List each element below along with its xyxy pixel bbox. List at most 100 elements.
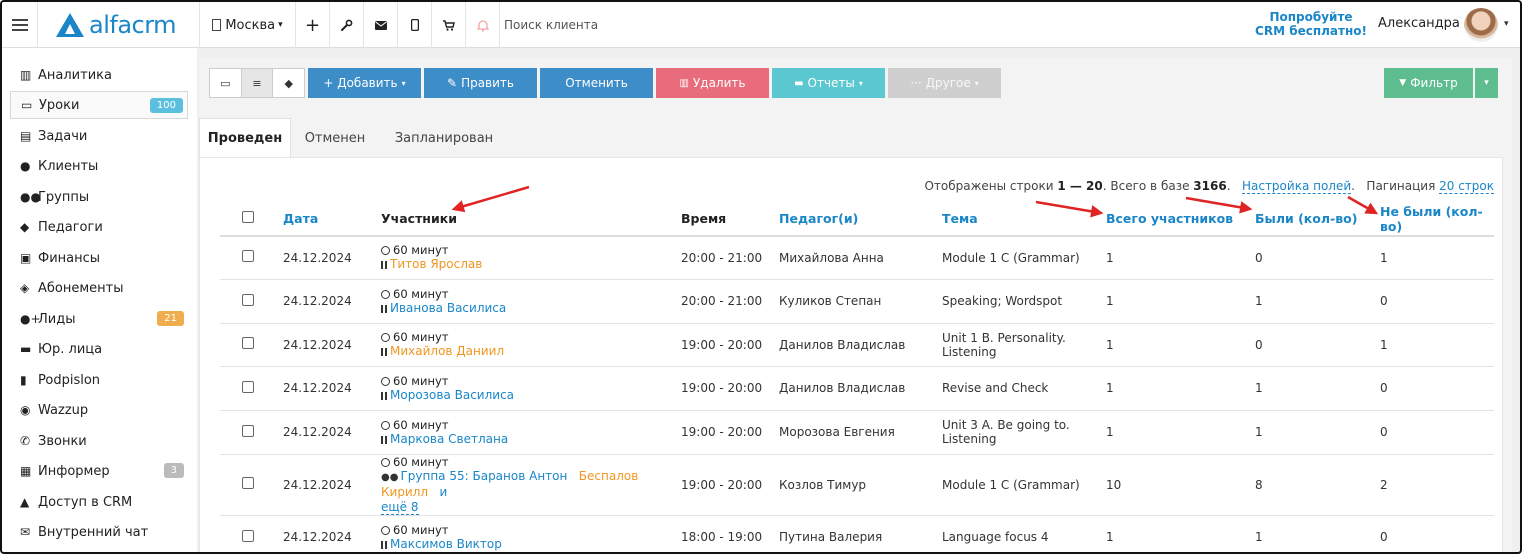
table-row[interactable]: 24.12.2024 60 минут Максимов Виктор 18:0… [220, 515, 1494, 552]
row-checkbox[interactable] [242, 477, 254, 489]
user-name[interactable]: Александра [1378, 16, 1460, 31]
group-link[interactable]: Группа 55: Баранов Антон [400, 469, 567, 483]
cell-participants: 60 минут Максимов Виктор [381, 515, 681, 552]
field-settings-link[interactable]: Настройка полей [1241, 179, 1352, 194]
city-selector[interactable]: Москва ▾ [200, 2, 296, 48]
filter-dropdown-chevron-icon[interactable]: ▾ [1475, 68, 1498, 98]
cart-icon[interactable] [432, 2, 466, 48]
delete-button[interactable]: ▥ Удалить [656, 68, 769, 98]
cell-participants: 60 минут Маркова Светлана [381, 410, 681, 455]
add-button-label: + Добавить [323, 76, 398, 90]
try-crm-link[interactable]: Попробуйте CRM бесплатно! [1252, 10, 1370, 38]
cell-date: 24.12.2024 [283, 236, 381, 280]
sidebar-item-leads[interactable]: ●+ Лиды 21 [10, 305, 188, 333]
sidebar-item-crm-access[interactable]: ▲ Доступ в CRM [10, 488, 188, 516]
student-link[interactable]: Михайлов Даниил [390, 344, 504, 358]
row-checkbox[interactable] [242, 529, 254, 542]
user-menu-chevron-icon[interactable]: ▾ [1504, 19, 1509, 29]
mail-icon[interactable] [364, 2, 398, 48]
sidebar-item-groups[interactable]: ●● Группы [10, 183, 188, 211]
client-search-input[interactable] [504, 10, 1004, 40]
sidebar-item-tasks[interactable]: ▤ Задачи [10, 122, 188, 150]
calendar-view-icon[interactable]: ▭ [210, 69, 242, 97]
row-checkbox[interactable] [242, 250, 254, 263]
lesson-duration: 60 минут [381, 287, 681, 301]
duration-label: 60 минут [393, 417, 449, 432]
wrench-icon[interactable] [330, 2, 364, 48]
student-link[interactable]: Маркова Светлана [390, 432, 508, 446]
printer-icon: ▬ [794, 77, 804, 89]
add-button[interactable]: + Добавить ▾ [308, 68, 421, 98]
cell-topic: Speaking; Wordspot [942, 279, 1106, 324]
column-teacher[interactable]: Педагог(и) [779, 202, 942, 237]
menu-icon[interactable] [2, 2, 38, 48]
cancel-button[interactable]: Отменить [540, 68, 653, 98]
sidebar-item-label: Педагоги [38, 219, 103, 235]
tab-cancelled[interactable]: Отменен [291, 118, 379, 158]
table-row[interactable]: 24.12.2024 60 минут Маркова Светлана 19:… [220, 410, 1494, 455]
student-link[interactable]: Максимов Виктор [390, 537, 502, 551]
clock-icon [381, 525, 390, 535]
pagination-link[interactable]: 20 строк [1439, 179, 1494, 194]
sidebar-item-lessons[interactable]: ▭ Уроки 100 [10, 91, 188, 119]
student-link[interactable]: Иванова Василиса [390, 301, 506, 315]
sidebar-item-podpislon[interactable]: ▮ Podpislon [10, 366, 188, 394]
filter-button[interactable]: ▼ Фильтр [1384, 68, 1473, 98]
table-row[interactable]: 24.12.2024 60 минут Михайлов Даниил 19:0… [220, 323, 1494, 367]
row-checkbox[interactable] [242, 380, 254, 393]
reports-button-label: Отчеты [807, 76, 855, 90]
column-time[interactable]: Время [681, 202, 779, 237]
sidebar-item-analytics[interactable]: ▥ Аналитика [10, 61, 188, 89]
table-row[interactable]: 24.12.2024 60 минут Титов Ярослав 20:00 … [220, 236, 1494, 280]
chevron-down-icon: ▾ [401, 78, 406, 88]
row-checkbox[interactable] [242, 293, 254, 306]
more-students-link[interactable]: ещё 8 [381, 499, 419, 515]
student-link[interactable]: Титов Ярослав [390, 257, 482, 271]
column-date[interactable]: Дата [283, 202, 381, 237]
lesson-duration: 60 минут [381, 523, 681, 537]
column-participants[interactable]: Участники [381, 202, 681, 237]
student-link[interactable]: Морозова Василиса [390, 388, 514, 402]
reports-button[interactable]: ▬ Отчеты ▾ [772, 68, 885, 98]
cell-present: 1 [1255, 515, 1380, 552]
rows-total: 3166 [1193, 179, 1227, 193]
sidebar-item-informer[interactable]: ▦ Информер 3 [10, 457, 188, 485]
sidebar-item-label: Внутренний чат [38, 524, 149, 540]
edit-button[interactable]: ✎ Править [424, 68, 537, 98]
column-total-participants[interactable]: Всего участников [1106, 202, 1255, 237]
grouped-view-icon[interactable]: ◆ [273, 69, 304, 97]
table-row[interactable]: 24.12.2024 60 минут Морозова Василиса 19… [220, 366, 1494, 411]
table-row[interactable]: 24.12.2024 60 минут ●● Группа 55: Баранов… [220, 454, 1494, 516]
select-all-checkbox[interactable] [242, 211, 254, 223]
money-icon: ▣ [20, 251, 32, 265]
briefcase-icon: ▬ [20, 342, 32, 356]
tab-planned[interactable]: Запланирован [379, 118, 509, 158]
list-view-icon[interactable]: ≡ [241, 69, 274, 97]
bell-icon[interactable] [466, 2, 500, 48]
user-icon: ● [20, 159, 31, 173]
sidebar-item-teachers[interactable]: ◆ Педагоги [10, 213, 188, 241]
sidebar-item-finance[interactable]: ▣ Финансы [10, 244, 188, 272]
column-present[interactable]: Были (кол-во) [1255, 202, 1380, 237]
filter-icon: ▼ [1399, 78, 1407, 88]
logo[interactable]: alfacrm [38, 2, 200, 48]
cell-present: 0 [1255, 236, 1380, 280]
column-absent[interactable]: Не были (кол-во) [1380, 202, 1494, 237]
sidebar-item-wazzup[interactable]: ◉ Wazzup [10, 396, 188, 424]
other-button[interactable]: ··· Другое ▾ [888, 68, 1001, 98]
sidebar-item-internal-chat[interactable]: ✉ Внутренний чат [10, 518, 188, 546]
column-topic[interactable]: Тема [942, 202, 1106, 237]
sidebar-item-subscriptions[interactable]: ◈ Абонементы [10, 274, 188, 302]
table-row[interactable]: 24.12.2024 60 минут Иванова Василиса 20:… [220, 279, 1494, 324]
phone-icon[interactable] [398, 2, 432, 48]
sidebar-item-legal-entities[interactable]: ▬ Юр. лица [10, 335, 188, 363]
sidebar-item-clients[interactable]: ● Клиенты [10, 152, 188, 180]
sidebar-item-calls[interactable]: ✆ Звонки [10, 427, 188, 455]
cell-date: 24.12.2024 [283, 515, 381, 552]
plus-icon[interactable]: + [296, 2, 330, 48]
avatar[interactable] [1464, 8, 1498, 42]
row-checkbox[interactable] [242, 424, 254, 437]
tab-conducted[interactable]: Проведен [199, 118, 291, 158]
more-students-prefix: и [439, 484, 448, 499]
row-checkbox[interactable] [242, 337, 254, 349]
